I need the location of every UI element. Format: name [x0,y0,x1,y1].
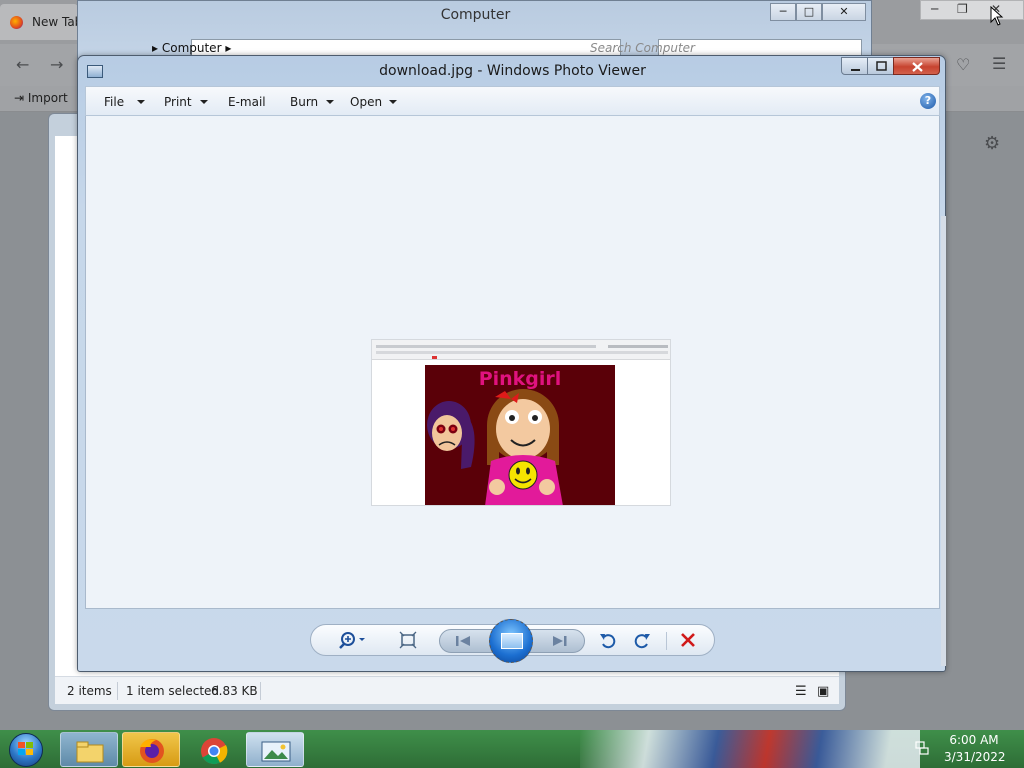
bookmark-import[interactable]: ⇥ Import [14,91,68,105]
status-selected: 1 item selected [126,684,220,698]
address-breadcrumb: ▸ Computer ▸ [152,41,232,55]
zoom-icon-graphic [339,632,365,649]
photo-browser-bar [372,340,670,360]
browser-window-controls: ─ ❐ ✕ [920,0,1024,20]
minimize-icon[interactable]: ─ [931,2,938,16]
photo-browser-chrome [376,345,668,359]
menu-open-caret-icon[interactable] [389,100,397,104]
delete-icon-graphic [681,633,695,647]
start-button[interactable] [4,731,48,767]
image-display-area: Pinkgirl [85,116,946,666]
rotate-ccw-graphic [600,634,616,649]
details-view-icon[interactable]: ☰ [795,684,807,699]
zoom-icon[interactable] [339,631,369,653]
taskbar-chrome[interactable] [184,732,242,767]
rotate-counterclockwise-icon[interactable] [599,631,617,653]
computer-minimize-button[interactable]: ─ [770,3,796,21]
status-item-count: 2 items [67,684,112,698]
next-icon-graphic [553,636,567,646]
gear-icon[interactable]: ⚙ [984,133,1000,154]
status-size: 6.83 KB [211,684,258,698]
taskbar [0,730,1024,768]
help-icon[interactable]: ? [920,93,936,109]
bookmark-import-label: Import [27,91,68,105]
photo-viewer-window: download.jpg - Windows Photo Viewer File… [77,55,946,672]
breadcrumb-computer[interactable]: Computer [162,41,222,55]
close-icon [912,62,923,72]
clock-date[interactable]: 3/31/2022 [944,750,1006,764]
computer-close-button[interactable]: ✕ [822,3,866,21]
hamburger-menu-icon[interactable]: ☰ [992,54,1006,73]
taskbar-windows-photo-viewer[interactable] [246,732,304,767]
taskbar-firefox[interactable] [122,732,180,767]
minimize-button[interactable] [841,57,868,75]
actual-size-icon-graphic [399,631,417,649]
menu-print-caret-icon[interactable] [200,100,208,104]
minimize-icon [851,69,860,71]
menu-open[interactable]: Open [350,95,382,109]
rotate-cw-graphic [634,634,650,649]
slideshow-icon [501,633,523,649]
viewer-control-bar [310,619,715,663]
menu-burn-caret-icon[interactable] [326,100,334,104]
maximize-button[interactable] [867,57,894,75]
explorer-status-bar: 2 items 1 item selected 6.83 KB ☰ ▣ [55,676,839,704]
preview-view-icon[interactable]: ▣ [817,684,829,699]
previous-icon-graphic [456,636,470,646]
restore-icon[interactable]: ❐ [957,2,968,16]
mouse-pointer-icon [990,6,1004,26]
menu-file-caret-icon[interactable] [137,100,145,104]
pocket-icon[interactable]: ♡ [956,55,970,74]
photo-viewer-icon [261,741,291,762]
desktop-wallpaper-strip [580,730,920,768]
photo-viewer-title: download.jpg - Windows Photo Viewer [379,63,646,79]
back-arrow-icon[interactable]: ← [16,55,29,74]
pinkgirl-artwork: Pinkgirl [425,365,615,505]
firefox-icon [10,16,23,29]
forward-arrow-icon[interactable]: → [50,55,63,74]
folder-icon [76,741,104,763]
slideshow-button[interactable] [489,619,533,663]
menu-burn[interactable]: Burn [290,95,318,109]
close-button[interactable] [893,57,940,75]
network-icon[interactable] [914,740,930,756]
chrome-icon [201,738,228,765]
photo-viewer-window-controls [841,56,941,76]
artwork-drawing [427,389,563,505]
menu-print[interactable]: Print [164,95,192,109]
firefox-icon [140,739,164,763]
delete-icon[interactable] [679,631,697,653]
menu-file[interactable]: File [104,95,124,109]
windows-logo-icon [18,742,33,755]
search-computer-placeholder: Search Computer [590,41,695,55]
browser-tab-label: New Tab [32,15,83,29]
status-separator [117,682,118,700]
previous-icon[interactable] [454,632,474,654]
command-bar: File Print E-mail Burn Open ? [85,86,940,116]
browser-tab-new-tab[interactable]: New Tab [0,4,82,40]
maximize-icon [876,61,887,71]
computer-maximize-button[interactable]: □ [796,3,822,21]
status-separator [260,682,261,700]
computer-window-title: Computer [440,7,511,23]
canvas-edge [941,216,946,666]
actual-size-icon[interactable] [399,631,417,653]
control-separator [666,632,667,650]
rotate-clockwise-icon[interactable] [633,631,651,653]
clock-time[interactable]: 6:00 AM [944,733,1004,747]
displayed-photo: Pinkgirl [371,339,671,506]
next-icon[interactable] [550,632,570,654]
taskbar-windows-explorer[interactable] [60,732,118,767]
menu-email[interactable]: E-mail [228,95,266,109]
